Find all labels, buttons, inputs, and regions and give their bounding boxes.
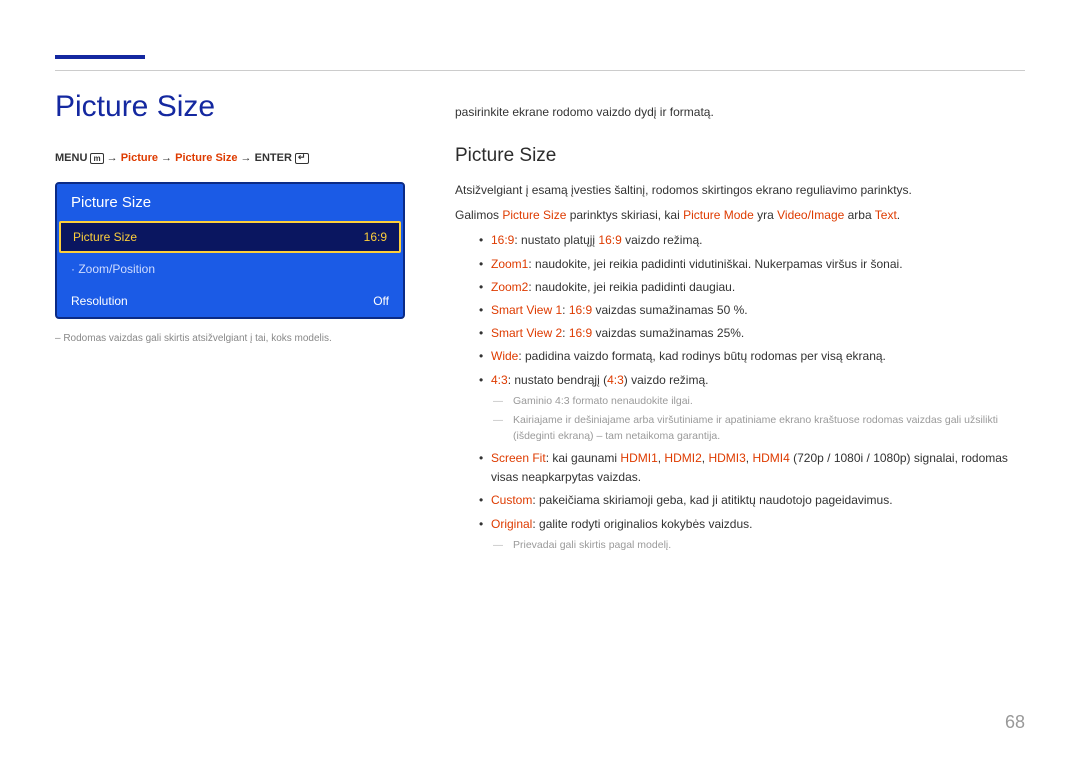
text: : nustato bendrąjį (: [508, 373, 607, 387]
osd-row-value: 16:9: [364, 230, 387, 244]
text: :: [562, 326, 569, 340]
breadcrumb-menu: MENU: [55, 152, 87, 164]
model-note: – Rodomas vaizdas gali skirtis atsižvelg…: [55, 333, 405, 344]
option-key: Smart View 2: [491, 326, 562, 340]
warning-4-3-b: Kairiajame ir dešiniajame arba viršutini…: [513, 413, 1025, 445]
header-accent-bar: [55, 55, 145, 59]
term-text: Text: [875, 208, 897, 222]
menu-icon: m: [90, 153, 103, 164]
left-column: Picture Size MENU m → Picture → Picture …: [55, 90, 405, 352]
option-16-9: 16:9: nustato platųjį 16:9 vaizdo režimą…: [479, 231, 1025, 250]
option-smart-view-1: Smart View 1: 16:9 vaizdas sumažinamas 5…: [479, 301, 1025, 320]
text: formato nenaudokite ilgai.: [570, 395, 693, 407]
option-original: Original: galite rodyti originalios koky…: [479, 515, 1025, 554]
text: : nustato platųjį: [514, 233, 598, 247]
term-hdmi1: HDMI1: [620, 451, 657, 465]
osd-row-zoom-position[interactable]: · Zoom/Position: [57, 253, 403, 285]
option-4-3: 4:3: nustato bendrąjį (4:3) vaizdo režim…: [479, 371, 1025, 445]
term-picture-mode: Picture Mode: [683, 208, 754, 222]
breadcrumb-enter: ENTER: [255, 152, 292, 164]
page-title: Picture Size: [55, 90, 405, 124]
osd-row-label: · Zoom/Position: [71, 262, 155, 276]
option-key: Zoom1: [491, 257, 528, 271]
osd-row-value: Off: [373, 294, 389, 308]
text: arba: [844, 208, 874, 222]
text: vaizdas sumažinamas 50 %.: [592, 303, 747, 317]
ports-note: Prievadai gali skirtis pagal modelį.: [513, 538, 1025, 554]
option-key: 16:9: [491, 233, 514, 247]
text: : kai gaunami: [546, 451, 621, 465]
term-picture-size: Picture Size: [502, 208, 566, 222]
text: .: [897, 208, 900, 222]
text: : galite rodyti originalios kokybės vaiz…: [532, 517, 752, 531]
osd-menu-box: Picture Size Picture Size 16:9 · Zoom/Po…: [55, 182, 405, 319]
option-key: Custom: [491, 493, 532, 507]
option-zoom1: Zoom1: naudokite, jei reikia padidinti v…: [479, 255, 1025, 274]
right-column: pasirinkite ekrane rodomo vaizdo dydį ir…: [455, 105, 1025, 557]
paragraph-2: Galimos Picture Size parinktys skiriasi,…: [455, 206, 1025, 225]
header-divider: [55, 70, 1025, 71]
inline-hl: 16:9: [598, 233, 621, 247]
breadcrumb-picture-size: Picture Size: [175, 152, 237, 164]
text: Gaminio: [513, 395, 555, 407]
option-smart-view-2: Smart View 2: 16:9 vaizdas sumažinamas 2…: [479, 324, 1025, 343]
option-screen-fit: Screen Fit: kai gaunami HDMI1, HDMI2, HD…: [479, 449, 1025, 487]
osd-row-label: Resolution: [71, 294, 128, 308]
option-key: Wide: [491, 349, 518, 363]
option-custom: Custom: pakeičiama skiriamoji geba, kad …: [479, 491, 1025, 510]
text: Galimos: [455, 208, 502, 222]
text: : padidina vaizdo formatą, kad rodinys b…: [518, 349, 886, 363]
text: yra: [754, 208, 777, 222]
option-key: 4:3: [491, 373, 508, 387]
inline-hl: 16:9: [569, 326, 592, 340]
text: : naudokite, jei reikia padidinti viduti…: [528, 257, 902, 271]
intro-text: pasirinkite ekrane rodomo vaizdo dydį ir…: [455, 105, 1025, 119]
text: : naudokite, jei reikia padidinti daugia…: [528, 280, 735, 294]
term-hdmi2: HDMI2: [664, 451, 701, 465]
warning-4-3-a: Gaminio 4:3 formato nenaudokite ilgai.: [513, 394, 1025, 410]
osd-menu-header: Picture Size: [57, 184, 403, 221]
text: vaizdas sumažinamas 25%.: [592, 326, 744, 340]
option-key: Smart View 1: [491, 303, 562, 317]
text: ) vaizdo režimą.: [624, 373, 709, 387]
option-key: Zoom2: [491, 280, 528, 294]
osd-row-picture-size[interactable]: Picture Size 16:9: [59, 221, 401, 253]
term-video-image: Video/Image: [777, 208, 844, 222]
term-hdmi3: HDMI3: [708, 451, 745, 465]
option-zoom2: Zoom2: naudokite, jei reikia padidinti d…: [479, 278, 1025, 297]
inline-hl: 4:3: [555, 395, 570, 407]
osd-row-label: Picture Size: [73, 230, 137, 244]
page-number: 68: [1005, 712, 1025, 733]
options-list: 16:9: nustato platųjį 16:9 vaizdo režimą…: [479, 231, 1025, 553]
paragraph-1: Atsižvelgiant į esamą įvesties šaltinį, …: [455, 181, 1025, 200]
osd-row-resolution[interactable]: Resolution Off: [57, 285, 403, 317]
option-key: Screen Fit: [491, 451, 546, 465]
term-hdmi4: HDMI4: [752, 451, 789, 465]
text: :: [562, 303, 569, 317]
text: : pakeičiama skiriamoji geba, kad ji ati…: [532, 493, 892, 507]
option-wide: Wide: padidina vaizdo formatą, kad rodin…: [479, 347, 1025, 366]
breadcrumb: MENU m → Picture → Picture Size → ENTER: [55, 152, 405, 164]
enter-icon: [295, 153, 309, 164]
text: parinktys skiriasi, kai: [566, 208, 683, 222]
inline-hl: 4:3: [607, 373, 624, 387]
section-subtitle: Picture Size: [455, 145, 1025, 167]
breadcrumb-picture: Picture: [121, 152, 158, 164]
inline-hl: 16:9: [569, 303, 592, 317]
text: vaizdo režimą.: [622, 233, 703, 247]
option-key: Original: [491, 517, 532, 531]
